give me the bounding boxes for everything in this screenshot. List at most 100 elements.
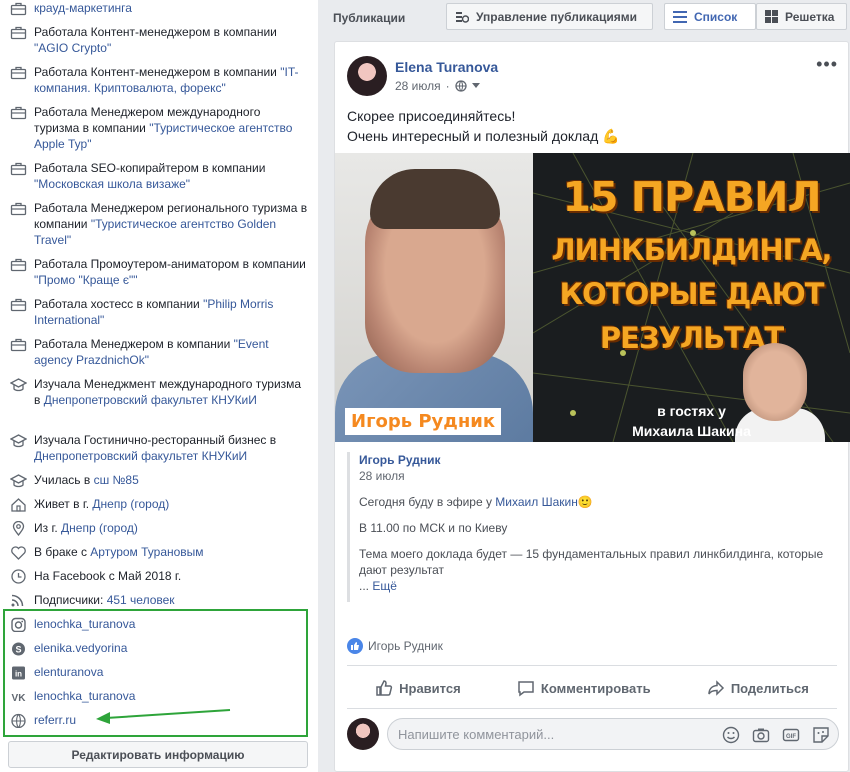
commenter-avatar[interactable] (347, 718, 379, 750)
share-button[interactable]: Поделиться (707, 679, 809, 697)
location-pin-icon (8, 520, 34, 536)
manage-publications-button[interactable]: Управление публикациями (446, 3, 653, 30)
speaker-name-badge: Игорь Рудник (345, 408, 502, 435)
author-name[interactable]: Elena Turanova (395, 59, 498, 75)
see-more-row: ... Ещё (359, 578, 837, 594)
intro-item-link[interactable]: крауд-маркетинга (34, 1, 132, 15)
list-view-button[interactable]: Список (664, 3, 756, 30)
image-title-line: КОТОРЫЕ ДАЮТ (559, 277, 824, 311)
shared-author[interactable]: Игорь Рудник (359, 452, 837, 468)
manage-publications-label: Управление публикациями (476, 9, 637, 24)
shared-date[interactable]: 28 июля (359, 468, 837, 484)
divider (347, 665, 837, 666)
intro-item-label: Изучала Гостинично-ресторанный бизнес в (34, 433, 277, 447)
intro-item-link[interactable]: "AGIO Crypto" (34, 41, 111, 55)
emoji-icon[interactable] (722, 726, 740, 744)
intro-item-text: Училась в сш №85 (34, 472, 308, 488)
see-more-link[interactable]: Ещё (372, 579, 397, 593)
intro-item-link[interactable]: Артуром Турановым (90, 545, 203, 559)
intro-item-label: Живет в г. (34, 497, 93, 511)
intro-item-link[interactable]: "Московская школа визаже" (34, 177, 190, 191)
gif-icon[interactable]: GIF (782, 726, 800, 744)
intro-item-label: Работала Менеджером в компании (34, 337, 234, 351)
svg-text:GIF: GIF (786, 734, 796, 740)
image-title-line: ЛИНКБИЛДИНГА, (551, 233, 832, 267)
briefcase-icon (8, 256, 34, 288)
intro-item-text: Работала Менеджером регионального туризм… (34, 200, 308, 248)
briefcase-icon (8, 160, 34, 192)
shared-text: Сегодня буду в эфире у (359, 495, 496, 509)
image-title-line: 15 ПРАВИЛ (562, 173, 821, 221)
intro-item-link[interactable]: сш №85 (94, 473, 139, 487)
guest-caption: в гостях у (657, 403, 726, 419)
intro-item-label: Училась в (34, 473, 94, 487)
briefcase-icon (8, 0, 34, 16)
intro-item-link[interactable]: Днепр (город) (92, 497, 169, 511)
list-icon (673, 10, 687, 23)
intro-item-link[interactable]: Днепропетровский факультет КНУКиИ (34, 449, 247, 463)
intro-item-text: Работала Контент-менеджером в компании "… (34, 24, 308, 56)
briefcase-icon (8, 24, 34, 56)
more-options-icon[interactable]: ••• (816, 54, 838, 75)
intro-item: Работала Менеджером в компании "Event ag… (8, 336, 308, 368)
intro-item-text: крауд-маркетинга (34, 0, 308, 16)
intro-item: Подписчики: 451 человек (8, 592, 308, 608)
list-view-label: Список (694, 9, 738, 24)
post-image[interactable]: 15 ПРАВИЛ ЛИНКБИЛДИНГА, КОТОРЫЕ ДАЮТ РЕЗ… (335, 153, 850, 442)
intro-item-text: Изучала Гостинично-ресторанный бизнес в … (34, 432, 308, 464)
speaker-photo (335, 153, 533, 442)
comment-input[interactable]: Напишите комментарий... GIF (387, 718, 839, 750)
intro-item-text: Работала Менеджером международного туриз… (34, 104, 308, 152)
intro-item-link[interactable]: Днепр (город) (61, 521, 138, 535)
globe-icon[interactable] (454, 80, 467, 92)
settings-icon (456, 11, 469, 23)
post-text-line: Скорее присоединяйтесь! (347, 108, 516, 124)
smile-emoji-icon: 🙂 (577, 495, 593, 509)
like-button[interactable]: Нравится (375, 679, 461, 697)
intro-item: Работала хостесс в компании "Philip Morr… (8, 296, 308, 328)
comment-button[interactable]: Комментировать (517, 679, 651, 697)
intro-item-link[interactable]: 451 человек (107, 593, 175, 607)
reactions-summary[interactable]: Игорь Рудник (347, 638, 443, 654)
intro-item-link[interactable]: "Промо "Краще є"" (34, 273, 137, 287)
intro-item-label: На Facebook с Май 2018 г. (34, 569, 182, 583)
post-date[interactable]: 28 июля (395, 79, 441, 93)
intro-item-label: Подписчики: (34, 593, 107, 607)
comment-placeholder: Напишите комментарий... (398, 726, 555, 742)
share-icon (708, 680, 724, 696)
intro-item-label: Работала SEO-копирайтером в компании (34, 161, 266, 175)
dot-separator: · (445, 79, 450, 93)
intro-item-text: Работала хостесс в компании "Philip Morr… (34, 296, 308, 328)
chevron-down-icon[interactable] (471, 83, 480, 89)
intro-item-text: Из г. Днепр (город) (34, 520, 308, 536)
post-card: Elena Turanova 28 июля · ••• Скорее прис… (334, 41, 850, 772)
grid-view-button[interactable]: Решетка (756, 3, 847, 30)
camera-icon[interactable] (752, 726, 770, 744)
intro-item: Работала Контент-менеджером в компании "… (8, 64, 308, 96)
intro-item-label: Работала Промоутером-аниматором в компан… (34, 257, 306, 271)
intro-item: Работала Контент-менеджером в компании "… (8, 24, 308, 56)
intro-item-label: Работала Контент-менеджером в компании (34, 65, 281, 79)
intro-item: Работала Промоутером-аниматором в компан… (8, 256, 308, 288)
divider (347, 708, 837, 709)
grid-view-label: Решетка (785, 9, 835, 24)
intro-item: В браке с Артуром Турановым (8, 544, 308, 560)
graduation-cap-icon (8, 376, 34, 408)
intro-item-label: Работала хостесс в компании (34, 297, 204, 311)
author-avatar[interactable] (347, 56, 387, 96)
mention-link[interactable]: Михаил Шакин (495, 495, 578, 509)
intro-item-text: Работала Контент-менеджером в компании "… (34, 64, 308, 96)
briefcase-icon (8, 336, 34, 368)
thumbs-up-icon (376, 680, 393, 696)
intro-item-text: Работала Промоутером-аниматором в компан… (34, 256, 308, 288)
edit-info-button[interactable]: Редактировать информацию (8, 741, 308, 768)
briefcase-icon (8, 64, 34, 96)
grid-icon (765, 10, 778, 23)
graduation-cap-icon (8, 432, 34, 464)
intro-item: Работала SEO-копирайтером в компании "Мо… (8, 160, 308, 192)
ellipsis: ... (359, 579, 370, 593)
post-text-line: Очень интересный и полезный доклад 💪 (347, 128, 620, 144)
sticker-icon[interactable] (812, 726, 830, 744)
post-actions: Нравится Комментировать Поделиться (347, 672, 837, 704)
intro-item-link[interactable]: Днепропетровский факультет КНУКиИ (44, 393, 257, 407)
